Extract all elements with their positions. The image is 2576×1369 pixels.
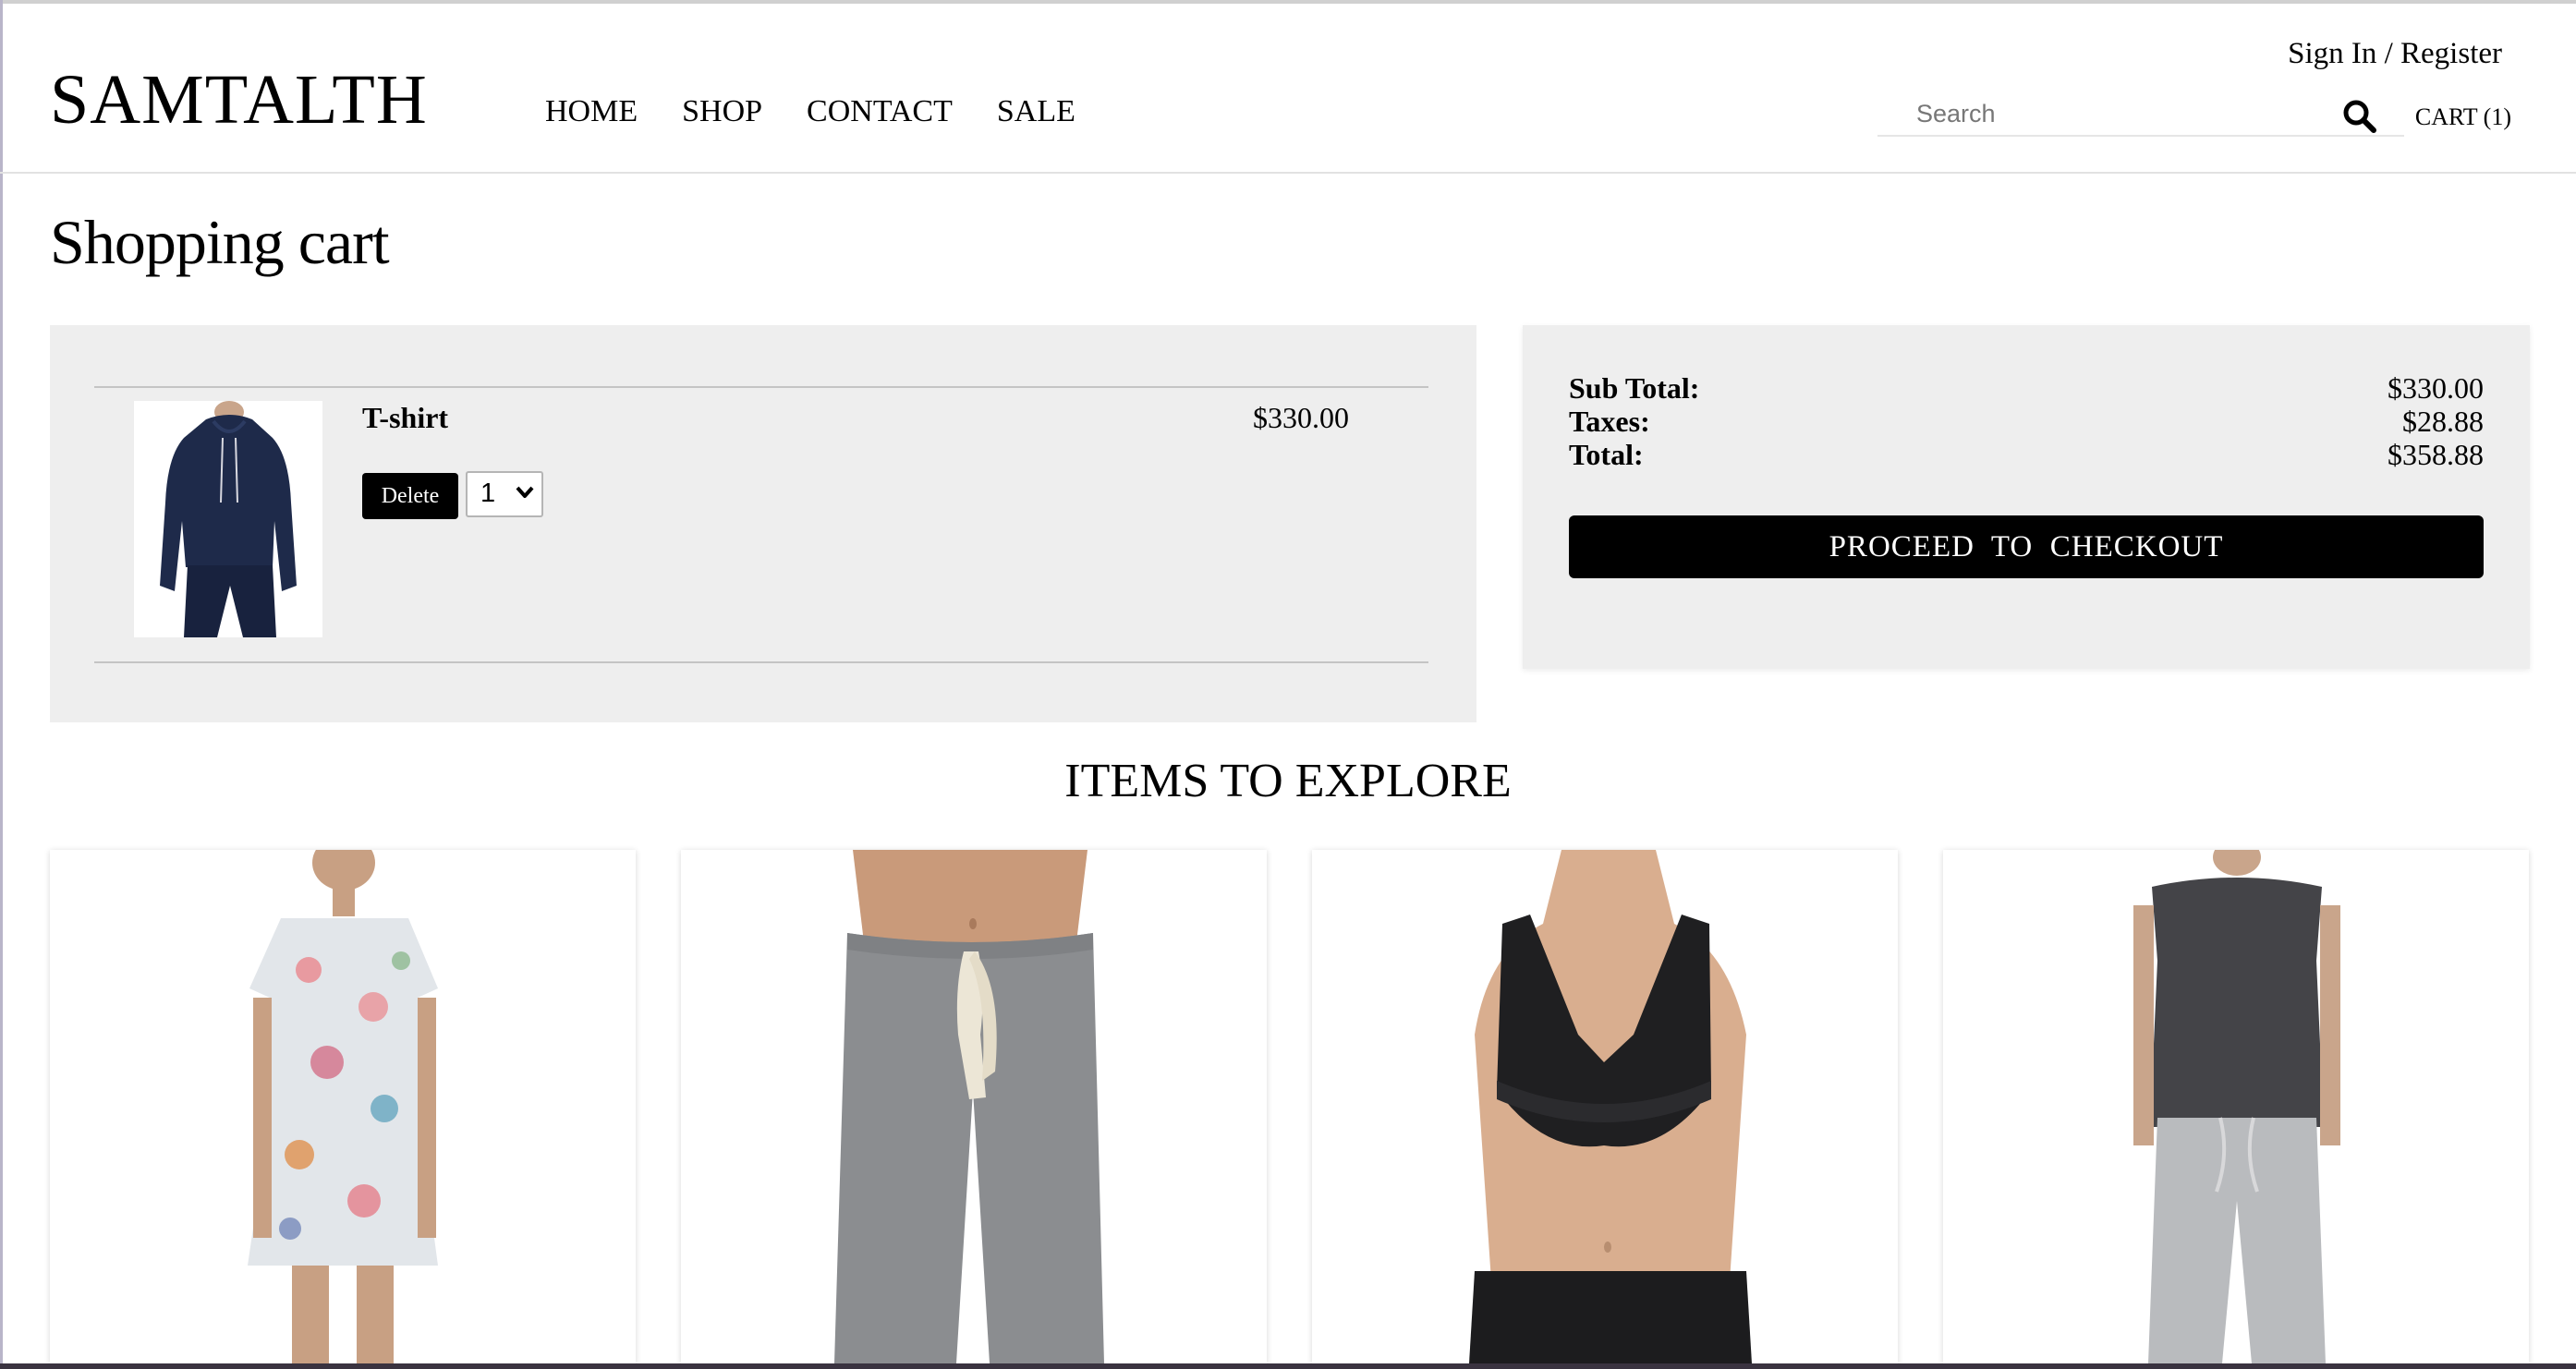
product-thumbnail-navy-hoodie[interactable]	[134, 401, 322, 637]
signin-register-link[interactable]: Sign In / Register	[2288, 39, 2502, 69]
cart-item-price: $330.00	[1253, 401, 1349, 434]
delete-item-button[interactable]: Delete	[362, 473, 458, 519]
divider	[94, 386, 1428, 388]
explore-card-grey-sweatpants[interactable]	[681, 850, 1267, 1363]
order-summary-panel: Sub Total: $330.00 Taxes: $28.88 Total: …	[1523, 325, 2530, 669]
site-logo[interactable]: SAMTALTH	[50, 65, 428, 135]
explore-card-black-bralette[interactable]	[1312, 850, 1898, 1363]
search-bar	[1877, 92, 2404, 137]
quantity-select[interactable]: 1	[466, 471, 543, 517]
nav-home[interactable]: HOME	[545, 96, 638, 127]
search-input[interactable]	[1914, 96, 2343, 131]
explore-card-grey-tank-joggers[interactable]	[1943, 850, 2529, 1363]
cart-items-panel: T-shirt $330.00 Delete 1	[50, 325, 1476, 722]
taxes-label: Taxes:	[1569, 405, 1650, 438]
site-header: SAMTALTH HOME SHOP CONTACT SALE Sign In …	[0, 4, 2576, 174]
proceed-to-checkout-button[interactable]: PROCEED TO CHECKOUT	[1569, 515, 2484, 578]
nav-shop[interactable]: SHOP	[682, 96, 762, 127]
explore-section-title: ITEMS TO EXPLORE	[1064, 755, 1512, 807]
divider	[94, 661, 1428, 663]
main-nav: HOME SHOP CONTACT SALE	[545, 96, 1075, 127]
explore-card-floral-dress[interactable]	[50, 850, 636, 1363]
total-label: Total:	[1569, 438, 1644, 471]
search-icon[interactable]	[2341, 98, 2378, 135]
total-value: $358.88	[2388, 438, 2484, 471]
chevron-down-icon	[516, 486, 534, 498]
quantity-value: 1	[480, 479, 496, 508]
cart-item-name[interactable]: T-shirt	[362, 403, 448, 432]
taxes-value: $28.88	[2402, 405, 2484, 438]
cart-link[interactable]: CART (1)	[2415, 105, 2511, 129]
subtotal-value: $330.00	[2388, 371, 2484, 405]
page-title: Shopping cart	[50, 207, 390, 277]
nav-contact[interactable]: CONTACT	[807, 96, 953, 127]
nav-sale[interactable]: SALE	[997, 96, 1075, 127]
subtotal-label: Sub Total:	[1569, 371, 1700, 405]
